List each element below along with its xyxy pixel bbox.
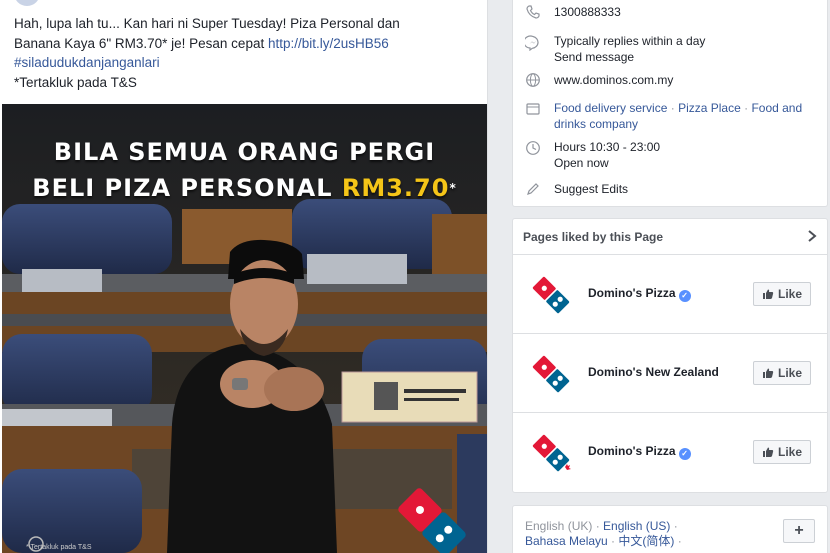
thumbs-up-icon bbox=[762, 368, 774, 378]
website-row: www.dominos.com.my bbox=[513, 72, 829, 90]
image-headline-price: RM3.70 bbox=[341, 174, 450, 202]
language-link-english-us[interactable]: English (US) bbox=[603, 519, 670, 533]
post-text-line2-body: Banana Kaya 6" RM3.70* je! Pesan cepat bbox=[14, 35, 268, 51]
more-languages-button[interactable]: + bbox=[783, 519, 815, 543]
like-page-button[interactable]: Like bbox=[752, 440, 811, 464]
like-page-button[interactable]: Like bbox=[752, 361, 811, 385]
post-photo[interactable]: BILA SEMUA ORANG PERGI BELI PIZA PERSONA… bbox=[2, 104, 487, 553]
category-link-food-delivery[interactable]: Food delivery service bbox=[554, 101, 667, 115]
post-header-partial bbox=[14, 0, 44, 6]
messenger-icon bbox=[523, 35, 541, 52]
messenger-row: Typically replies within a day Send mess… bbox=[513, 33, 829, 67]
liked-page-name[interactable]: Domino's New Zealand bbox=[588, 365, 719, 379]
category-tag-icon bbox=[525, 101, 541, 117]
language-link-bahasa-melayu[interactable]: Bahasa Melayu bbox=[525, 534, 608, 548]
category-separator: · bbox=[740, 101, 752, 115]
language-separator: · bbox=[674, 534, 682, 548]
messenger-status: Typically replies within a day bbox=[554, 34, 706, 48]
suggest-edits-link[interactable]: Suggest Edits bbox=[554, 181, 628, 197]
like-button-label: Like bbox=[777, 366, 802, 380]
liked-page-item: Domino's New Zealand Like bbox=[513, 334, 827, 413]
suggest-edits-row: Suggest Edits bbox=[513, 181, 829, 199]
post-text-line1: Hah, lupa lah tu... Kan hari ni Super Tu… bbox=[14, 16, 400, 31]
hashtag-link[interactable]: #siladudukdanjanganlari bbox=[14, 55, 160, 70]
like-button-label: Like bbox=[777, 445, 802, 459]
page-info-card: 1300888333 Typically replies within a da… bbox=[512, 0, 828, 207]
liked-page-name-text: Domino's Pizza bbox=[588, 444, 676, 458]
phone-number[interactable]: 1300888333 bbox=[554, 4, 621, 20]
language-link-chinese-simplified[interactable]: 中文(简体) bbox=[618, 534, 674, 548]
liked-page-item: Domino's Pizza ✓ Like bbox=[513, 255, 827, 334]
chevron-right-icon[interactable] bbox=[807, 230, 817, 245]
website-link[interactable]: www.dominos.com.my bbox=[554, 72, 673, 88]
send-message-link[interactable]: Send message bbox=[554, 49, 634, 65]
phone-icon bbox=[525, 4, 541, 20]
category-list: Food delivery service · Pizza Place · Fo… bbox=[554, 100, 819, 132]
pages-liked-card: Pages liked by this Page Domino's Pizza ✓… bbox=[512, 218, 828, 493]
liked-page-name[interactable]: Domino's Pizza ✓ bbox=[588, 286, 691, 302]
language-selector-card: English (UK) · English (US) · Bahasa Mel… bbox=[512, 505, 828, 553]
language-link-english-uk[interactable]: English (UK) bbox=[525, 519, 592, 533]
language-list: English (UK) · English (US) · Bahasa Mel… bbox=[525, 519, 785, 549]
liked-page-name[interactable]: Domino's Pizza ✓ bbox=[588, 444, 691, 460]
post-text: Hah, lupa lah tu... Kan hari ni Super Tu… bbox=[14, 14, 454, 92]
globe-icon bbox=[525, 72, 541, 88]
verified-badge-icon: ✓ bbox=[678, 448, 691, 460]
pages-liked-title: Pages liked by this Page bbox=[523, 230, 664, 244]
phone-row[interactable]: 1300888333 bbox=[513, 4, 829, 22]
avatar[interactable] bbox=[14, 0, 40, 6]
liked-page-name-text: Domino's Pizza bbox=[588, 286, 676, 300]
category-link-pizza-place[interactable]: Pizza Place bbox=[678, 101, 741, 115]
category-row: Food delivery service · Pizza Place · Fo… bbox=[513, 100, 829, 134]
image-footnote: * Tertakluk pada T&S bbox=[26, 544, 92, 551]
clock-icon bbox=[525, 140, 541, 156]
like-page-button[interactable]: Like bbox=[752, 282, 811, 306]
language-separator: · bbox=[670, 519, 678, 533]
image-headline: BILA SEMUA ORANG PERGI BELI PIZA PERSONA… bbox=[2, 134, 487, 206]
facebook-post: Hah, lupa lah tu... Kan hari ni Super Tu… bbox=[0, 0, 488, 553]
thumbs-up-icon bbox=[762, 289, 774, 299]
dominos-logo-icon[interactable] bbox=[527, 271, 575, 319]
pages-liked-header[interactable]: Pages liked by this Page bbox=[513, 219, 827, 255]
dominos-logo-icon[interactable] bbox=[527, 350, 575, 398]
hours-text: Hours 10:30 - 23:00 bbox=[554, 140, 661, 154]
category-separator: · bbox=[667, 101, 679, 115]
image-headline-asterisk: * bbox=[449, 181, 457, 195]
dominos-logo-icon[interactable] bbox=[527, 429, 575, 477]
thumbs-up-icon bbox=[762, 447, 774, 457]
hours-row[interactable]: Hours 10:30 - 23:00 Open now bbox=[513, 139, 829, 173]
language-separator: · bbox=[592, 519, 604, 533]
image-headline-text: BELI PIZA PERSONAL bbox=[32, 174, 342, 202]
post-text-line2: Banana Kaya 6" RM3.70* je! Pesan cepat h… bbox=[14, 34, 454, 54]
verified-badge-icon: ✓ bbox=[678, 290, 691, 302]
image-headline-line2: BELI PIZA PERSONAL RM3.70* bbox=[2, 170, 487, 206]
open-status: Open now bbox=[554, 156, 609, 170]
liked-page-item: Domino's Pizza ✓ Like bbox=[513, 413, 827, 492]
like-button-label: Like bbox=[777, 287, 802, 301]
pencil-icon bbox=[525, 181, 541, 197]
promo-link[interactable]: http://bit.ly/2usHB56 bbox=[268, 36, 389, 51]
image-headline-line1: BILA SEMUA ORANG PERGI bbox=[53, 138, 436, 166]
language-separator: · bbox=[607, 534, 619, 548]
post-terms: *Tertakluk pada T&S bbox=[14, 74, 137, 90]
